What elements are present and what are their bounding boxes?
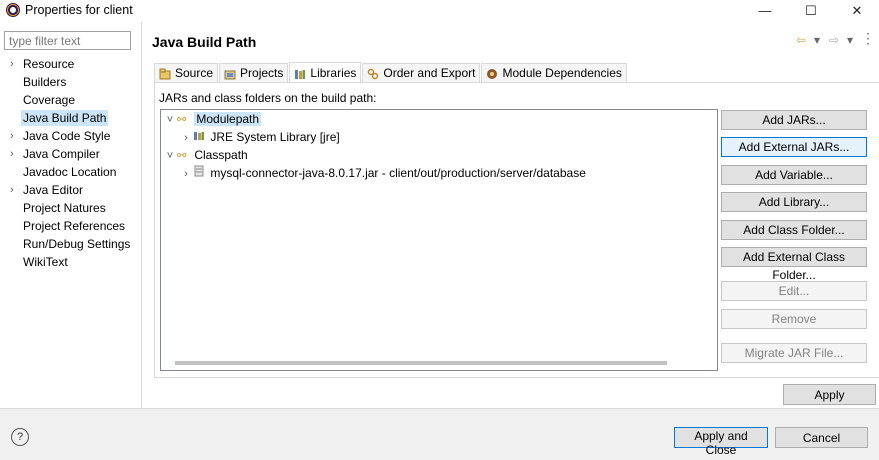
chevron-right-icon[interactable]: › [179,129,193,147]
tab-label: Libraries [310,65,357,80]
cancel-button[interactable]: Cancel [775,427,868,448]
sidebar-item-coverage[interactable]: Coverage [0,91,141,109]
sidebar-item-label: Resource [23,57,75,71]
chevron-right-icon[interactable]: › [10,181,20,199]
sidebar-item-javadoc-location[interactable]: Javadoc Location [0,163,141,181]
source-folder-icon [159,67,171,80]
tab-label: Source [175,66,214,80]
sidebar-item-java-editor[interactable]: › Java Editor [0,181,141,199]
chevron-right-icon[interactable]: › [10,127,20,145]
maximize-button[interactable]: ☐ [788,0,834,22]
sidebar-item-project-references[interactable]: Project References [0,217,141,235]
sidebar-item-java-build-path[interactable]: Java Build Path [0,109,141,127]
add-jars-button[interactable]: Add JARs... [721,110,867,130]
libraries-icon [294,67,306,79]
remove-button[interactable]: Remove [721,309,867,329]
tree-node-jre[interactable]: › JRE System Library [jre] [179,128,340,146]
sidebar-item-project-natures[interactable]: Project Natures [0,199,141,217]
sidebar-item-label: Builders [23,75,67,89]
filter-input[interactable] [4,31,131,50]
sidebar-item-label: Project References [23,219,126,233]
chevron-down-icon[interactable]: ˅ [163,111,177,129]
chevron-right-icon[interactable]: › [10,145,20,163]
forward-menu-icon[interactable]: ▾ [847,33,853,47]
tree-node-jar[interactable]: › mysql-connector-java-8.0.17.jar - clie… [179,164,586,182]
view-menu-icon[interactable]: ⋮ [861,30,875,47]
module-dependencies-icon [486,67,498,79]
eclipse-icon [6,3,20,17]
add-variable-button[interactable]: Add Variable... [721,165,867,185]
tab-libraries[interactable]: Libraries [289,62,362,82]
sidebar: ›Resource Builders Coverage Java Build P… [0,22,142,408]
tree-label: JRE System Library [jre] [210,130,340,144]
build-path-tree[interactable]: ˅ ⚯ Modulepath › JRE System Library [jre]… [160,109,718,371]
chevron-right-icon[interactable]: › [179,165,193,183]
tab-order-export[interactable]: Order and Export [362,63,481,82]
sidebar-list: › Resource Builders Coverage Java Build P… [0,55,141,271]
title-bar: Properties for client — ☐ ✕ [0,0,879,22]
tree-label: Classpath [194,148,248,162]
properties-page: Java Build Path ⇦ ▾ ⇨ ▾ ⋮ Source Project… [142,22,879,408]
tree-node-classpath[interactable]: ˅ ⚯ Classpath [163,146,248,164]
sidebar-item-label: Java Code Style [23,129,111,143]
close-button[interactable]: ✕ [834,0,879,22]
tab-projects[interactable]: Projects [219,63,289,82]
page-title: Java Build Path [152,34,257,50]
libraries-tab-panel: JARs and class folders on the build path… [154,82,879,378]
edit-button[interactable]: Edit... [721,281,867,301]
add-class-folder-button[interactable]: Add Class Folder... [721,220,867,240]
sidebar-item-label: Java Compiler [23,147,100,161]
horizontal-scrollbar[interactable] [175,361,667,365]
sidebar-item-wikitext[interactable]: WikiText [0,253,141,271]
sidebar-item-label: Coverage [23,93,76,107]
add-external-jars-button[interactable]: Add External JARs... [721,137,867,157]
back-menu-icon[interactable]: ▾ [814,33,820,47]
back-arrow-icon[interactable]: ⇦ [796,33,806,47]
sidebar-item-label: Javadoc Location [23,165,117,179]
order-export-icon [367,67,379,80]
sidebar-item-java-code-style[interactable]: › Java Code Style [0,127,141,145]
jar-icon [193,165,207,183]
sidebar-item-label: Project Natures [23,201,106,215]
sidebar-item-label: Run/Debug Settings [23,237,131,251]
tab-module-dependencies[interactable]: Module Dependencies [481,63,627,82]
tree-label: mysql-connector-java-8.0.17.jar - client… [210,166,586,180]
build-path-label: JARs and class folders on the build path… [159,91,377,105]
projects-icon [224,67,236,80]
apply-button[interactable]: Apply [783,384,876,405]
tab-bar: Source Projects Libraries Order and Expo… [154,62,628,82]
tab-label: Projects [240,66,284,80]
chevron-right-icon[interactable]: › [10,55,20,73]
help-icon[interactable]: ? [11,428,29,446]
tree-node-modulepath[interactable]: ˅ ⚯ Modulepath [163,110,262,129]
sidebar-item-java-compiler[interactable]: › Java Compiler [0,145,141,163]
migrate-jar-button[interactable]: Migrate JAR File... [721,343,867,363]
add-external-class-folder-button[interactable]: Add External Class Folder... [721,247,867,282]
forward-arrow-icon[interactable]: ⇨ [829,33,839,47]
sidebar-item-label: Java Build Path [21,110,109,126]
tab-label: Module Dependencies [502,66,622,80]
minimize-button[interactable]: — [742,0,788,22]
sidebar-item-label: WikiText [23,255,68,269]
apply-and-close-button[interactable]: Apply and Close [674,427,768,457]
add-library-button[interactable]: Add Library... [721,192,867,212]
chevron-down-icon[interactable]: ˅ [163,147,177,165]
tab-label: Order and Export [383,66,476,80]
sidebar-item-run-debug-settings[interactable]: Run/Debug Settings [0,235,141,253]
sidebar-item-resource[interactable]: › Resource [0,55,141,73]
tab-source[interactable]: Source [154,63,219,82]
sidebar-item-builders[interactable]: Builders [0,73,141,91]
tree-label: Modulepath [194,112,262,126]
window-title: Properties for client [25,3,133,17]
library-icon [193,129,207,147]
footer-divider [0,408,879,409]
classpath-icon: ⚯ [177,150,187,162]
modulepath-icon: ⚯ [177,114,187,126]
sidebar-item-label: Java Editor [23,183,84,197]
